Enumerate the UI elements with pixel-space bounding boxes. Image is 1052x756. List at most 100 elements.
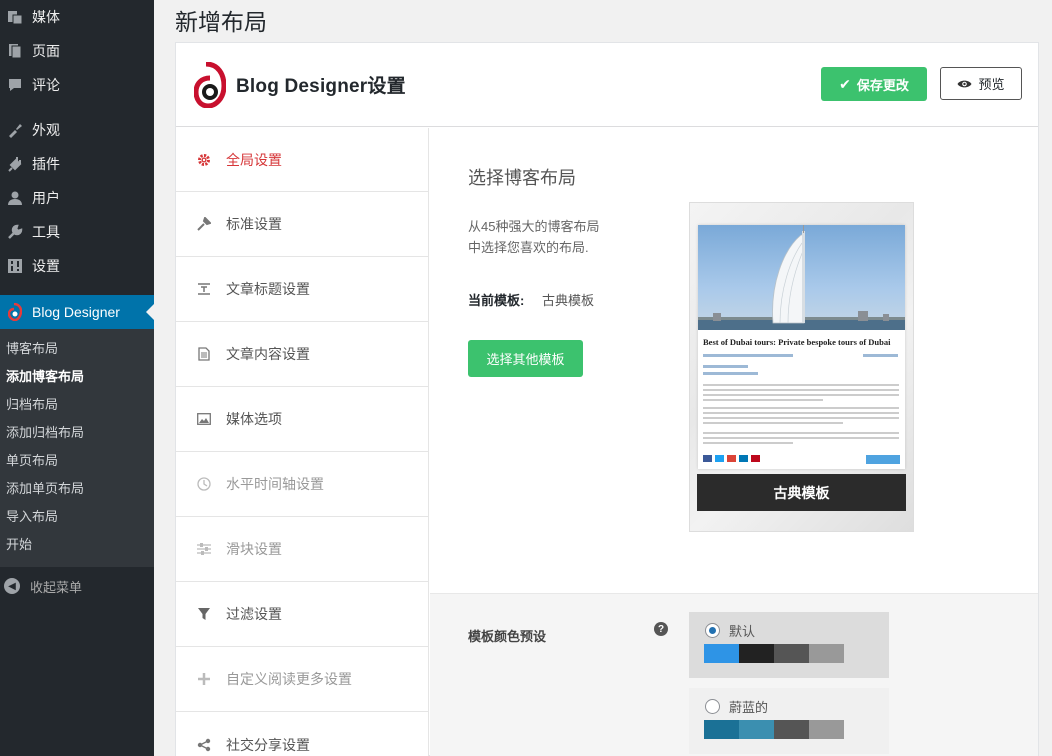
preview-text-line (703, 399, 823, 401)
preview-text-line (703, 422, 843, 424)
preview-read-more (866, 455, 900, 464)
nav-label: 自定义阅读更多设置 (226, 671, 352, 687)
preset-name: 默认 (729, 624, 756, 639)
preview-photo (698, 225, 905, 330)
color-swatches (704, 644, 844, 663)
menu-item-media[interactable]: 媒体 (0, 0, 154, 34)
color-preset-section: 模板颜色预设 ? 默认 蔚蓝的 (430, 593, 1038, 756)
blog-designer-submenu: 博客布局 添加博客布局 归档布局 添加归档布局 单页布局 添加单页布局 导入布局… (0, 329, 154, 567)
template-preview-card[interactable]: Best of Dubai tours: Private bespoke tou… (689, 202, 914, 532)
plugins-icon (6, 155, 24, 173)
preview-meta-line (703, 365, 748, 368)
collapse-arrow-icon: ◀ (4, 578, 20, 594)
menu-label: 媒体 (32, 9, 60, 25)
current-template-row: 当前模板: 古典模板 (468, 290, 594, 309)
preview-meta-line (863, 354, 898, 357)
nav-read-more-settings[interactable]: 自定义阅读更多设置 (176, 647, 428, 712)
submenu-item-current[interactable]: 添加博客布局 (0, 363, 154, 391)
preview-text-line (703, 407, 899, 409)
nav-label: 社交分享设置 (226, 736, 310, 753)
current-template-value: 古典模板 (541, 293, 594, 308)
menu-label: 工具 (32, 224, 60, 240)
nav-slider-settings[interactable]: 滑块设置 (176, 517, 428, 582)
media-icon (6, 8, 24, 26)
nav-post-content-settings[interactable]: 文章内容设置 (176, 322, 428, 387)
choose-template-button[interactable]: 选择其他模板 (468, 340, 583, 377)
description-line: 从45种强大的博客布局 (468, 219, 600, 234)
preview-social-icon (703, 455, 712, 462)
menu-item-settings[interactable]: 设置 (0, 249, 154, 283)
preview-social-icon (751, 455, 760, 462)
preset-option-azure[interactable]: 蔚蓝的 (689, 688, 889, 754)
preview-text-line (703, 432, 899, 434)
menu-item-comments[interactable]: 评论 (0, 68, 154, 102)
preset-label: 模板颜色预设 (468, 629, 547, 644)
color-swatch (809, 644, 844, 663)
preview-social-icon (727, 455, 736, 462)
settings-panel: Blog Designer设置 ✔ 保存更改 预览 全局设置 标准设置 文章标题… (175, 42, 1039, 756)
menu-label: 页面 (32, 43, 60, 59)
submenu-item[interactable]: 归档布局 (0, 391, 154, 419)
radio-button[interactable] (705, 699, 720, 714)
color-swatch (809, 720, 844, 739)
nav-label: 过滤设置 (226, 606, 282, 622)
submenu-item[interactable]: 添加单页布局 (0, 475, 154, 503)
collapse-menu-button[interactable]: ◀ 收起菜单 (0, 569, 154, 603)
share-icon (196, 737, 212, 753)
submenu-item[interactable]: 博客布局 (0, 335, 154, 363)
nav-standard-settings[interactable]: 标准设置 (176, 192, 428, 257)
nav-social-share-settings[interactable]: 社交分享设置 (176, 712, 428, 756)
preview-text-line (703, 437, 899, 439)
blog-layout-section: 选择博客布局 从45种强大的博客布局 中选择您喜欢的布局. 当前模板: 古典模板… (430, 128, 1038, 593)
help-icon[interactable]: ? (654, 622, 668, 636)
nav-filter-settings[interactable]: 过滤设置 (176, 582, 428, 647)
color-swatch (774, 644, 809, 663)
nav-timeline-settings[interactable]: 水平时间轴设置 (176, 452, 428, 517)
nav-media-options[interactable]: 媒体选项 (176, 387, 428, 452)
color-swatch (739, 644, 774, 663)
template-preview-thumbnail: Best of Dubai tours: Private bespoke tou… (698, 225, 905, 469)
nav-post-title-settings[interactable]: 文章标题设置 (176, 257, 428, 322)
menu-item-tools[interactable]: 工具 (0, 215, 154, 249)
preview-social-icon (715, 455, 724, 462)
menu-item-users[interactable]: 用户 (0, 181, 154, 215)
menu-item-appearance[interactable]: 外观 (0, 113, 154, 147)
title-icon (196, 281, 212, 297)
color-swatch (774, 720, 809, 739)
nav-label: 水平时间轴设置 (226, 476, 324, 492)
menu-label: 外观 (32, 122, 60, 138)
preview-text-line (703, 384, 899, 386)
menu-item-pages[interactable]: 页面 (0, 34, 154, 68)
preview-text-line (703, 417, 899, 419)
collapse-label: 收起菜单 (30, 579, 83, 595)
save-changes-button[interactable]: ✔ 保存更改 (821, 67, 927, 101)
submenu-item[interactable]: 导入布局 (0, 503, 154, 531)
preview-text-line (703, 389, 899, 391)
admin-sidebar: 媒体 页面 评论 外观 插件 用户 工具 设置 Blog Designer 博客… (0, 0, 154, 756)
eye-icon (957, 80, 972, 87)
submenu-item[interactable]: 开始 (0, 531, 154, 559)
preview-button[interactable]: 预览 (940, 67, 1022, 100)
radio-button[interactable] (705, 623, 720, 638)
color-swatch (739, 720, 774, 739)
preset-option-default[interactable]: 默认 (689, 612, 889, 678)
preview-post-title: Best of Dubai tours: Private bespoke tou… (703, 337, 891, 347)
pages-icon (6, 42, 24, 60)
appearance-icon (6, 121, 24, 139)
description-line: 中选择您喜欢的布局. (468, 240, 589, 255)
settings-icon (6, 257, 24, 275)
menu-item-blog-designer[interactable]: Blog Designer (0, 295, 154, 329)
menu-label: 评论 (32, 77, 60, 93)
clock-icon (196, 476, 212, 492)
section-title: 选择博客布局 (468, 168, 576, 188)
nav-label: 媒体选项 (226, 411, 282, 427)
template-name-label: 古典模板 (697, 474, 906, 511)
current-template-label: 当前模板: (468, 293, 525, 308)
nav-global-settings[interactable]: 全局设置 (176, 128, 428, 192)
preview-social-icon (739, 455, 748, 462)
submenu-item[interactable]: 添加归档布局 (0, 419, 154, 447)
menu-item-plugins[interactable]: 插件 (0, 147, 154, 181)
settings-nav: 全局设置 标准设置 文章标题设置 文章内容设置 媒体选项 水平时间轴设置 滑块设… (176, 128, 429, 756)
submenu-item[interactable]: 单页布局 (0, 447, 154, 475)
blog-designer-logo (194, 61, 226, 108)
